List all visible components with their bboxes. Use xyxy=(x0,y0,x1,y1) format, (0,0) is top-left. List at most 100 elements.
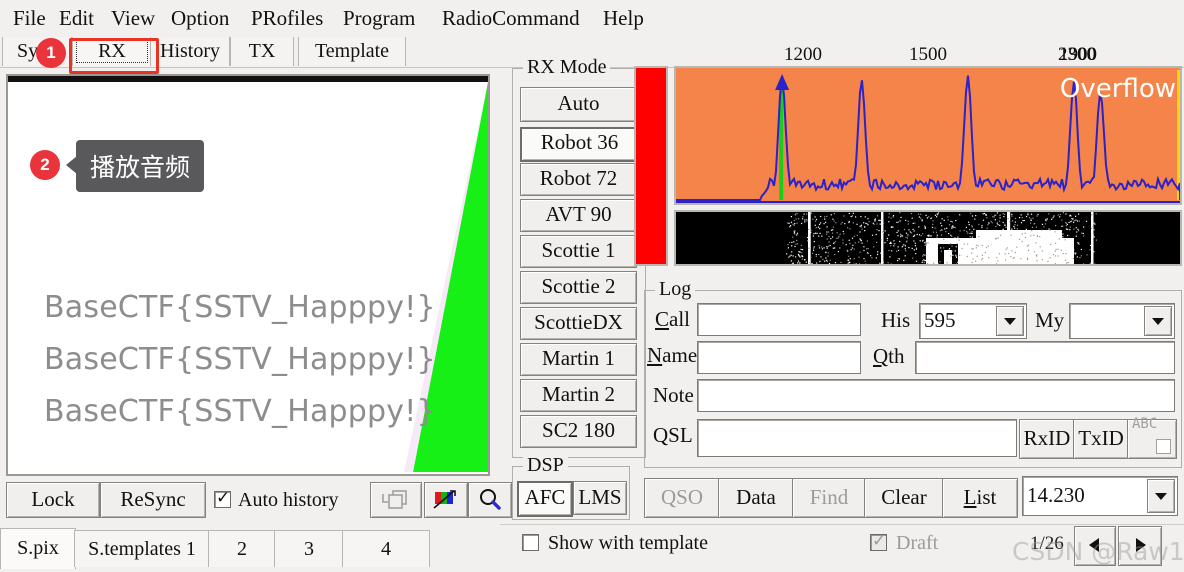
magnifier-icon xyxy=(480,489,501,510)
sstv-application-window: File Edit View Option PRofiles Program R… xyxy=(0,0,1184,572)
tab-rx-focus-ring xyxy=(76,40,148,63)
tab-tx[interactable]: TX xyxy=(230,37,294,66)
log-group: Log Call His 595 My Name Qth Note QSL Rx… xyxy=(644,278,1182,468)
bottom-tab-4[interactable]: 4 xyxy=(342,530,430,567)
annotation-badge-2: 2 xyxy=(30,150,60,180)
check-icon: ✓ xyxy=(872,531,887,551)
bottom-tab-stemplates1[interactable]: S.templates 1 xyxy=(74,530,210,567)
bottom-tab-spix[interactable]: S.pix xyxy=(0,528,76,569)
watermark-text: CSDN @Raw1ing xyxy=(1012,537,1184,566)
spectrum-tick-1500: 1500 xyxy=(909,44,947,65)
waterfall-graphic xyxy=(676,212,1180,264)
rx-mode-scottie-dx[interactable]: ScottieDX xyxy=(520,307,637,340)
call-field[interactable] xyxy=(697,303,861,336)
image-toolbar: Lock ReSync ✓ Auto history xyxy=(4,480,512,520)
his-combo[interactable]: 595 xyxy=(919,303,1027,339)
qso-button[interactable]: QSO xyxy=(644,478,720,518)
rx-image-display[interactable]: BaseCTF{SSTV_Happpy!} BaseCTF{SSTV_Happp… xyxy=(6,74,490,476)
auto-history-checkbox[interactable]: ✓ xyxy=(214,488,231,508)
rx-mode-auto[interactable]: Auto xyxy=(520,87,637,122)
overflow-label: Overflow xyxy=(1059,74,1176,104)
find-button[interactable]: Find xyxy=(792,478,866,518)
frequency-combo[interactable]: 14.230 xyxy=(1022,476,1178,516)
txid-button[interactable]: TxID xyxy=(1073,419,1129,459)
dsp-afc-button[interactable]: AFC xyxy=(517,481,573,517)
qsl-label: QSL xyxy=(653,423,693,447)
flag-text-line-1: BaseCTF{SSTV_Happpy!} xyxy=(44,290,436,325)
call-label: Call xyxy=(655,307,691,331)
rx-mode-title: RX Mode xyxy=(523,56,611,79)
check-icon: ✓ xyxy=(216,488,231,508)
my-combo[interactable] xyxy=(1069,303,1175,339)
menu-item-file[interactable]: File xyxy=(8,4,51,32)
list-button[interactable]: List xyxy=(942,478,1018,518)
frequency-value: 14.230 xyxy=(1027,483,1085,507)
draft-checkbox[interactable]: ✓ xyxy=(870,531,887,551)
log-title: Log xyxy=(655,278,696,301)
resync-button[interactable]: ReSync xyxy=(100,482,206,518)
dsp-lms-button[interactable]: LMS xyxy=(573,481,627,515)
dsp-group: DSP AFC LMS xyxy=(512,454,630,520)
menu-item-program[interactable]: Program xyxy=(338,4,420,32)
bottom-tab-3[interactable]: 3 xyxy=(274,530,344,567)
abc-button[interactable]: ABC xyxy=(1127,416,1177,459)
qth-label: Qth xyxy=(873,344,905,368)
his-label: His xyxy=(881,308,911,332)
tab-rx[interactable]: RX xyxy=(72,37,152,66)
rx-mode-avt-90[interactable]: AVT 90 xyxy=(520,199,637,232)
show-with-template-checkbox[interactable] xyxy=(522,534,539,551)
annotation-tooltip-play-audio: 播放音频 xyxy=(65,140,205,192)
tab-template[interactable]: Template xyxy=(298,37,406,66)
rx-mode-scottie-1[interactable]: Scottie 1 xyxy=(520,235,637,268)
chevron-down-icon[interactable] xyxy=(1144,306,1172,336)
menu-item-view[interactable]: View xyxy=(106,4,160,32)
rx-mode-martin-1[interactable]: Martin 1 xyxy=(520,343,637,376)
rx-mode-sc2-180[interactable]: SC2 180 xyxy=(520,415,637,448)
flag-text-line-2: BaseCTF{SSTV_Happpy!} xyxy=(44,342,436,377)
abc-label: ABC xyxy=(1132,416,1158,432)
rx-mode-robot-36[interactable]: Robot 36 xyxy=(520,127,639,162)
qth-field[interactable] xyxy=(915,341,1175,374)
lock-button[interactable]: Lock xyxy=(6,482,100,518)
menu-item-profiles[interactable]: PRofiles xyxy=(246,4,328,32)
name-field[interactable] xyxy=(697,341,861,374)
menu-item-edit[interactable]: Edit xyxy=(54,4,99,32)
zoom-button[interactable] xyxy=(468,482,512,518)
copy-button[interactable] xyxy=(370,482,422,518)
rxid-button[interactable]: RxID xyxy=(1019,419,1075,459)
clear-button[interactable]: Clear xyxy=(864,478,944,518)
tab-history[interactable]: History xyxy=(150,37,230,66)
input-level-meter xyxy=(634,66,668,266)
storage-tab-strip: S.pix S.templates 1 2 3 4 xyxy=(0,524,500,572)
my-label: My xyxy=(1035,308,1065,332)
data-button[interactable]: Data xyxy=(718,478,794,518)
dsp-title: DSP xyxy=(523,454,568,477)
note-field[interactable] xyxy=(697,379,1175,412)
rx-mode-scottie-2[interactable]: Scottie 2 xyxy=(520,271,637,304)
spectrum-tick-2300: 2300 xyxy=(1058,44,1096,65)
spectrum-tick-1200: 1200 xyxy=(784,44,822,65)
his-value: 595 xyxy=(924,308,956,332)
copy-icon xyxy=(382,490,407,509)
spectrum-scope[interactable]: Overflow xyxy=(674,66,1182,205)
note-label: Note xyxy=(653,383,694,407)
qsl-field[interactable] xyxy=(697,419,1017,457)
rx-mode-group: RX Mode Auto Robot 36 Robot 72 AVT 90 Sc… xyxy=(512,56,646,458)
flag-text-line-3: BaseCTF{SSTV_Happpy!} xyxy=(44,394,436,429)
rx-mode-robot-72[interactable]: Robot 72 xyxy=(520,163,637,196)
waterfall-display[interactable] xyxy=(674,210,1182,266)
menu-bar: File Edit View Option PRofiles Program R… xyxy=(0,0,1184,36)
bottom-tab-2[interactable]: 2 xyxy=(208,530,276,567)
chevron-down-icon[interactable] xyxy=(1147,479,1175,513)
menu-item-option[interactable]: Option xyxy=(166,4,234,32)
abc-checkbox-icon xyxy=(1156,439,1171,454)
chevron-down-icon[interactable] xyxy=(996,306,1024,336)
menu-item-help[interactable]: Help xyxy=(598,4,649,32)
menu-item-radiocommand[interactable]: RadioCommand xyxy=(437,4,585,32)
rx-mode-martin-2[interactable]: Martin 2 xyxy=(520,379,637,412)
show-with-template-label: Show with template xyxy=(548,532,708,554)
rgb-histogram-button[interactable] xyxy=(424,482,468,518)
draft-label: Draft xyxy=(896,532,939,554)
name-label: Name xyxy=(647,343,698,367)
auto-history-label: Auto history xyxy=(238,489,339,511)
